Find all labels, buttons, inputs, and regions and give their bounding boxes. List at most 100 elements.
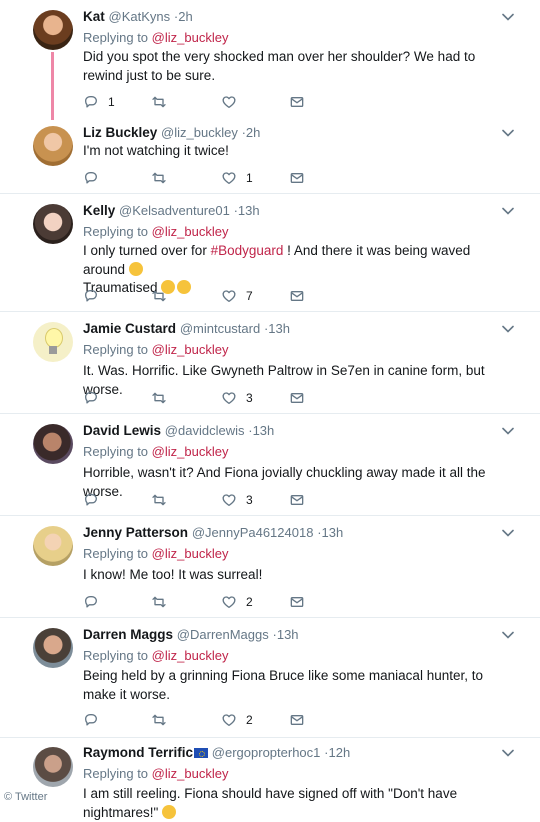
tweet-time[interactable]: ·13h: [317, 525, 343, 540]
retweet-button[interactable]: [151, 490, 167, 510]
tweet-item[interactable]: Kat @KatKyns ·2h Replying to @liz_buckle…: [0, 0, 540, 116]
like-count: 3: [246, 493, 253, 507]
reply-mention-link[interactable]: @liz_buckley: [152, 648, 229, 663]
reply-icon: [83, 492, 99, 508]
retweet-button[interactable]: [151, 286, 167, 306]
avatar[interactable]: [33, 322, 73, 362]
reply-button[interactable]: [83, 592, 99, 612]
like-button[interactable]: 3: [221, 388, 253, 408]
direct-message-button[interactable]: [289, 92, 305, 112]
author-name[interactable]: Jenny Patterson: [83, 525, 188, 540]
author-handle[interactable]: @liz_buckley: [161, 125, 238, 140]
avatar[interactable]: [33, 424, 73, 464]
retweet-button[interactable]: [151, 388, 167, 408]
heart-icon: [221, 94, 237, 110]
author-name[interactable]: Darren Maggs: [83, 627, 173, 642]
like-button[interactable]: 3: [221, 490, 253, 510]
avatar[interactable]: [33, 628, 73, 668]
author-handle[interactable]: @ergopropterhoc1: [212, 745, 321, 760]
tweet-text-part: I only turned over for: [83, 243, 211, 258]
direct-message-button[interactable]: [289, 490, 305, 510]
chevron-down-icon[interactable]: [502, 529, 514, 537]
tweet-item[interactable]: Kelly @Kelsadventure01 ·13h Replying to …: [0, 194, 540, 312]
direct-message-button[interactable]: [289, 592, 305, 612]
scream-emoji-icon: [128, 261, 143, 276]
author-handle[interactable]: @davidclewis: [165, 423, 245, 438]
chevron-down-icon[interactable]: [502, 207, 514, 215]
tweet-time[interactable]: ·13h: [248, 423, 274, 438]
hashtag-link[interactable]: #Bodyguard: [211, 243, 284, 258]
author-name[interactable]: Jamie Custard: [83, 321, 176, 336]
avatar[interactable]: [33, 10, 73, 50]
chevron-down-icon[interactable]: [502, 13, 514, 21]
reply-mention-link[interactable]: @liz_buckley: [152, 30, 229, 45]
like-button[interactable]: 7: [221, 286, 253, 306]
avatar[interactable]: [33, 126, 73, 166]
chevron-down-icon[interactable]: [502, 129, 514, 137]
image-credit: © Twitter: [4, 791, 48, 803]
envelope-icon: [289, 288, 305, 304]
author-handle[interactable]: @KatKyns: [109, 9, 171, 24]
tweet-item[interactable]: Jamie Custard @mintcustard ·13h Replying…: [0, 312, 540, 414]
reply-mention-link[interactable]: @liz_buckley: [152, 224, 229, 239]
author-handle[interactable]: @DarrenMaggs: [177, 627, 269, 642]
retweet-button[interactable]: [151, 592, 167, 612]
reply-mention-link[interactable]: @liz_buckley: [152, 444, 229, 459]
tweet-time[interactable]: ·2h: [174, 9, 193, 24]
reply-button[interactable]: [83, 168, 99, 188]
avatar[interactable]: [33, 747, 73, 787]
author-handle[interactable]: @Kelsadventure01: [119, 203, 230, 218]
replying-to-label: Replying to: [83, 342, 149, 357]
tweet-time[interactable]: ·13h: [234, 203, 260, 218]
avatar[interactable]: [33, 526, 73, 566]
chevron-down-icon[interactable]: [502, 427, 514, 435]
like-button[interactable]: 2: [221, 592, 253, 612]
reply-mention-link[interactable]: @liz_buckley: [152, 342, 229, 357]
chevron-down-icon[interactable]: [502, 325, 514, 333]
tweet-time[interactable]: ·13h: [264, 321, 290, 336]
reply-button[interactable]: [83, 710, 99, 730]
tweet-text: Being held by a grinning Fiona Bruce lik…: [83, 668, 483, 702]
author-name[interactable]: Kelly: [83, 203, 115, 218]
author-handle[interactable]: @JennyPa46124018: [192, 525, 314, 540]
tweet-item[interactable]: Liz Buckley @liz_buckley ·2h I'm not wat…: [0, 116, 540, 194]
tweet-item[interactable]: Darren Maggs @DarrenMaggs ·13h Replying …: [0, 618, 540, 738]
retweet-icon: [151, 390, 167, 406]
reply-button[interactable]: [83, 286, 99, 306]
chevron-down-icon[interactable]: [502, 749, 514, 757]
direct-message-button[interactable]: [289, 168, 305, 188]
author-handle[interactable]: @mintcustard: [180, 321, 260, 336]
tweet-item[interactable]: Raymond Terrific @ergopropterhoc1 ·12h R…: [0, 738, 540, 820]
retweet-button[interactable]: [151, 168, 167, 188]
tweet-time[interactable]: ·13h: [273, 627, 299, 642]
direct-message-button[interactable]: [289, 710, 305, 730]
author-name[interactable]: Raymond Terrific: [83, 745, 193, 760]
like-button[interactable]: [221, 92, 237, 112]
heart-icon: [221, 288, 237, 304]
like-count: 1: [246, 171, 253, 185]
author-name[interactable]: Kat: [83, 9, 105, 24]
replying-to-label: Replying to: [83, 30, 149, 45]
tweet-text: I am still reeling. Fiona should have si…: [83, 785, 533, 822]
replying-to-label: Replying to: [83, 444, 149, 459]
reply-mention-link[interactable]: @liz_buckley: [152, 766, 229, 781]
reply-mention-link[interactable]: @liz_buckley: [152, 546, 229, 561]
tweet-time[interactable]: ·2h: [242, 125, 261, 140]
reply-button[interactable]: 1: [83, 92, 115, 112]
tweet-time[interactable]: ·12h: [324, 745, 350, 760]
direct-message-button[interactable]: [289, 286, 305, 306]
author-name[interactable]: Liz Buckley: [83, 125, 157, 140]
like-button[interactable]: 2: [221, 710, 253, 730]
retweet-button[interactable]: [151, 92, 167, 112]
reply-button[interactable]: [83, 388, 99, 408]
author-name[interactable]: David Lewis: [83, 423, 161, 438]
like-button[interactable]: 1: [221, 168, 253, 188]
retweet-button[interactable]: [151, 710, 167, 730]
chevron-down-icon[interactable]: [502, 631, 514, 639]
avatar[interactable]: [33, 204, 73, 244]
tweet-item[interactable]: Jenny Patterson @JennyPa46124018 ·13h Re…: [0, 516, 540, 618]
tweet-item[interactable]: David Lewis @davidclewis ·13h Replying t…: [0, 414, 540, 516]
like-count: 2: [246, 713, 253, 727]
reply-button[interactable]: [83, 490, 99, 510]
direct-message-button[interactable]: [289, 388, 305, 408]
